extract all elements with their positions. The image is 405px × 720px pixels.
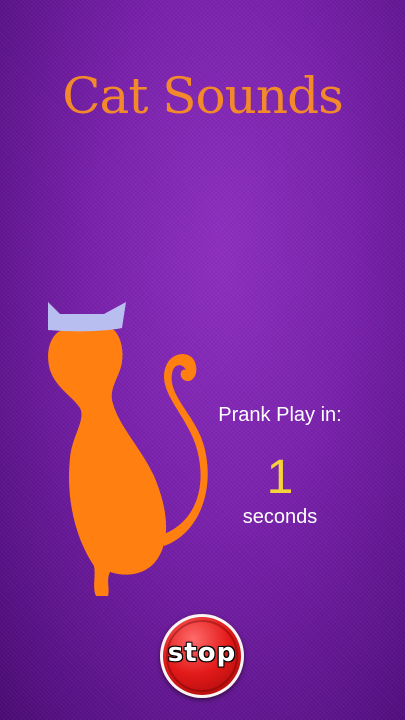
cat-ears <box>48 302 126 332</box>
countdown-unit: seconds <box>242 506 318 528</box>
countdown-label: Prank Play in: <box>218 404 342 426</box>
app-title: Cat Sounds <box>62 67 343 125</box>
cat-body <box>48 325 208 596</box>
countdown-value: 1 <box>266 451 294 504</box>
cat-silhouette-icon <box>48 302 208 596</box>
stop-button[interactable]: stop <box>160 614 244 698</box>
stop-button-label: stop <box>167 638 237 668</box>
